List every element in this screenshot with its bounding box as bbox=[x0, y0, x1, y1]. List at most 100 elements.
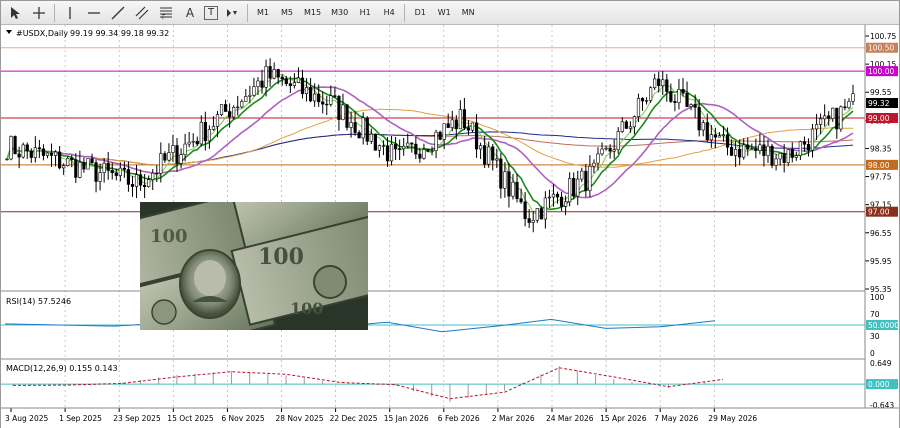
text-label-tool-button[interactable]: T bbox=[204, 5, 218, 20]
channel-tool-button[interactable] bbox=[132, 3, 152, 23]
candle-body bbox=[649, 87, 653, 101]
candle-body bbox=[94, 162, 98, 182]
candle-body bbox=[313, 93, 317, 102]
candle-body bbox=[794, 155, 798, 158]
candle-body bbox=[228, 111, 232, 118]
candle-body bbox=[483, 145, 487, 165]
candle-body bbox=[337, 96, 341, 120]
candle-body bbox=[118, 167, 122, 176]
timeframe-mn-button[interactable]: MN bbox=[458, 3, 478, 23]
candle-body bbox=[361, 117, 365, 139]
candle-body bbox=[62, 165, 66, 169]
candle-body bbox=[458, 109, 462, 130]
text-tool-button[interactable]: A bbox=[180, 3, 200, 23]
candle-body bbox=[171, 145, 175, 153]
price-tick-label: 96.55 bbox=[870, 229, 892, 238]
candle-body bbox=[402, 145, 406, 149]
candle-body bbox=[106, 162, 110, 171]
candle-body bbox=[665, 79, 669, 92]
candle-body bbox=[576, 178, 580, 197]
rsi-tick-label: 30 bbox=[870, 332, 880, 341]
candle-body bbox=[851, 93, 855, 102]
candle-body bbox=[365, 117, 369, 142]
timeframe-h1-button[interactable]: H1 bbox=[355, 3, 375, 23]
vertical-line-tool-button[interactable] bbox=[60, 3, 80, 23]
candle-body bbox=[252, 86, 256, 96]
candle-body bbox=[98, 172, 102, 182]
time-tick-label: 3 Aug 2025 bbox=[5, 414, 48, 423]
candle-body bbox=[831, 107, 835, 119]
candle-body bbox=[810, 128, 815, 151]
candle-body bbox=[260, 80, 264, 88]
price-chart[interactable]: 100.75100.1599.5598.9598.3597.7597.1596.… bbox=[1, 25, 899, 428]
shapes-tool-button[interactable] bbox=[222, 3, 242, 23]
candle-body bbox=[191, 140, 195, 143]
price-tick-label: 100.75 bbox=[870, 32, 896, 41]
candle-body bbox=[41, 148, 46, 156]
price-marker-label: 99.32 bbox=[868, 99, 890, 108]
dollar-bills-photo: 100 100 100 bbox=[140, 202, 368, 330]
candle-body bbox=[414, 143, 418, 155]
timeframe-m5-button[interactable]: M5 bbox=[277, 3, 297, 23]
crosshair-tool-button[interactable] bbox=[29, 3, 49, 23]
text-icon: A bbox=[185, 5, 195, 20]
candle-body bbox=[572, 178, 576, 197]
candle-body bbox=[385, 145, 390, 162]
candle-body bbox=[236, 106, 240, 109]
candle-body bbox=[669, 91, 673, 102]
timeframe-h4-button[interactable]: H4 bbox=[379, 3, 399, 23]
trendline-icon bbox=[111, 6, 125, 19]
candle-body bbox=[450, 119, 454, 128]
candle-body bbox=[110, 170, 114, 174]
candle-body bbox=[600, 148, 604, 155]
cursor-tool-button[interactable] bbox=[5, 3, 25, 23]
candle-body bbox=[689, 104, 693, 107]
timeframe-m15-button[interactable]: M15 bbox=[301, 3, 324, 23]
candle-body bbox=[410, 142, 414, 145]
candle-body bbox=[507, 171, 511, 197]
candle-body bbox=[729, 146, 734, 156]
candle-body bbox=[179, 154, 183, 164]
candle-body bbox=[705, 122, 709, 141]
candle-body bbox=[754, 148, 758, 151]
candle-body bbox=[624, 121, 628, 129]
candle-body bbox=[280, 76, 284, 80]
candle-body bbox=[377, 145, 382, 151]
fibonacci-tool-button[interactable]: F bbox=[156, 3, 176, 23]
time-tick-label: 29 May 2026 bbox=[708, 414, 757, 423]
candle-body bbox=[487, 146, 491, 165]
timeframe-w1-button[interactable]: W1 bbox=[434, 3, 454, 23]
candle-body bbox=[341, 104, 345, 120]
candle-body bbox=[539, 208, 543, 220]
candle-body bbox=[58, 151, 62, 169]
trendline-tool-button[interactable] bbox=[108, 3, 128, 23]
ohlc-values: 99.19 99.34 99.18 99.32 bbox=[70, 29, 169, 38]
timeframe-m1-button[interactable]: M1 bbox=[253, 3, 273, 23]
candle-body bbox=[5, 158, 9, 161]
time-tick-label: 6 Nov 2025 bbox=[221, 414, 264, 423]
candle-body bbox=[734, 149, 738, 156]
horizontal-line-tool-button[interactable] bbox=[84, 3, 104, 23]
candle-body bbox=[742, 144, 746, 158]
candle-body bbox=[45, 152, 50, 156]
candle-body bbox=[74, 159, 78, 178]
timeframe-m30-button[interactable]: M30 bbox=[328, 3, 351, 23]
candle-body bbox=[543, 197, 547, 220]
candle-body bbox=[102, 162, 106, 173]
time-tick-label: 24 Mar 2026 bbox=[546, 414, 594, 423]
candle-body bbox=[620, 121, 624, 132]
candle-body bbox=[616, 131, 620, 151]
candle-body bbox=[288, 83, 292, 86]
candle-body bbox=[151, 172, 155, 180]
candle-body bbox=[596, 153, 600, 164]
time-tick-label: 15 Oct 2025 bbox=[167, 414, 214, 423]
price-tick-label: 95.95 bbox=[870, 257, 892, 266]
horizontal-line-icon bbox=[88, 11, 100, 14]
time-tick-label: 2 Mar 2026 bbox=[492, 414, 535, 423]
candle-body bbox=[750, 148, 754, 150]
candle-body bbox=[685, 92, 689, 107]
candle-body bbox=[466, 127, 471, 131]
timeframe-d1-button[interactable]: D1 bbox=[410, 3, 430, 23]
candle-body bbox=[697, 107, 701, 131]
candle-body bbox=[725, 134, 730, 148]
